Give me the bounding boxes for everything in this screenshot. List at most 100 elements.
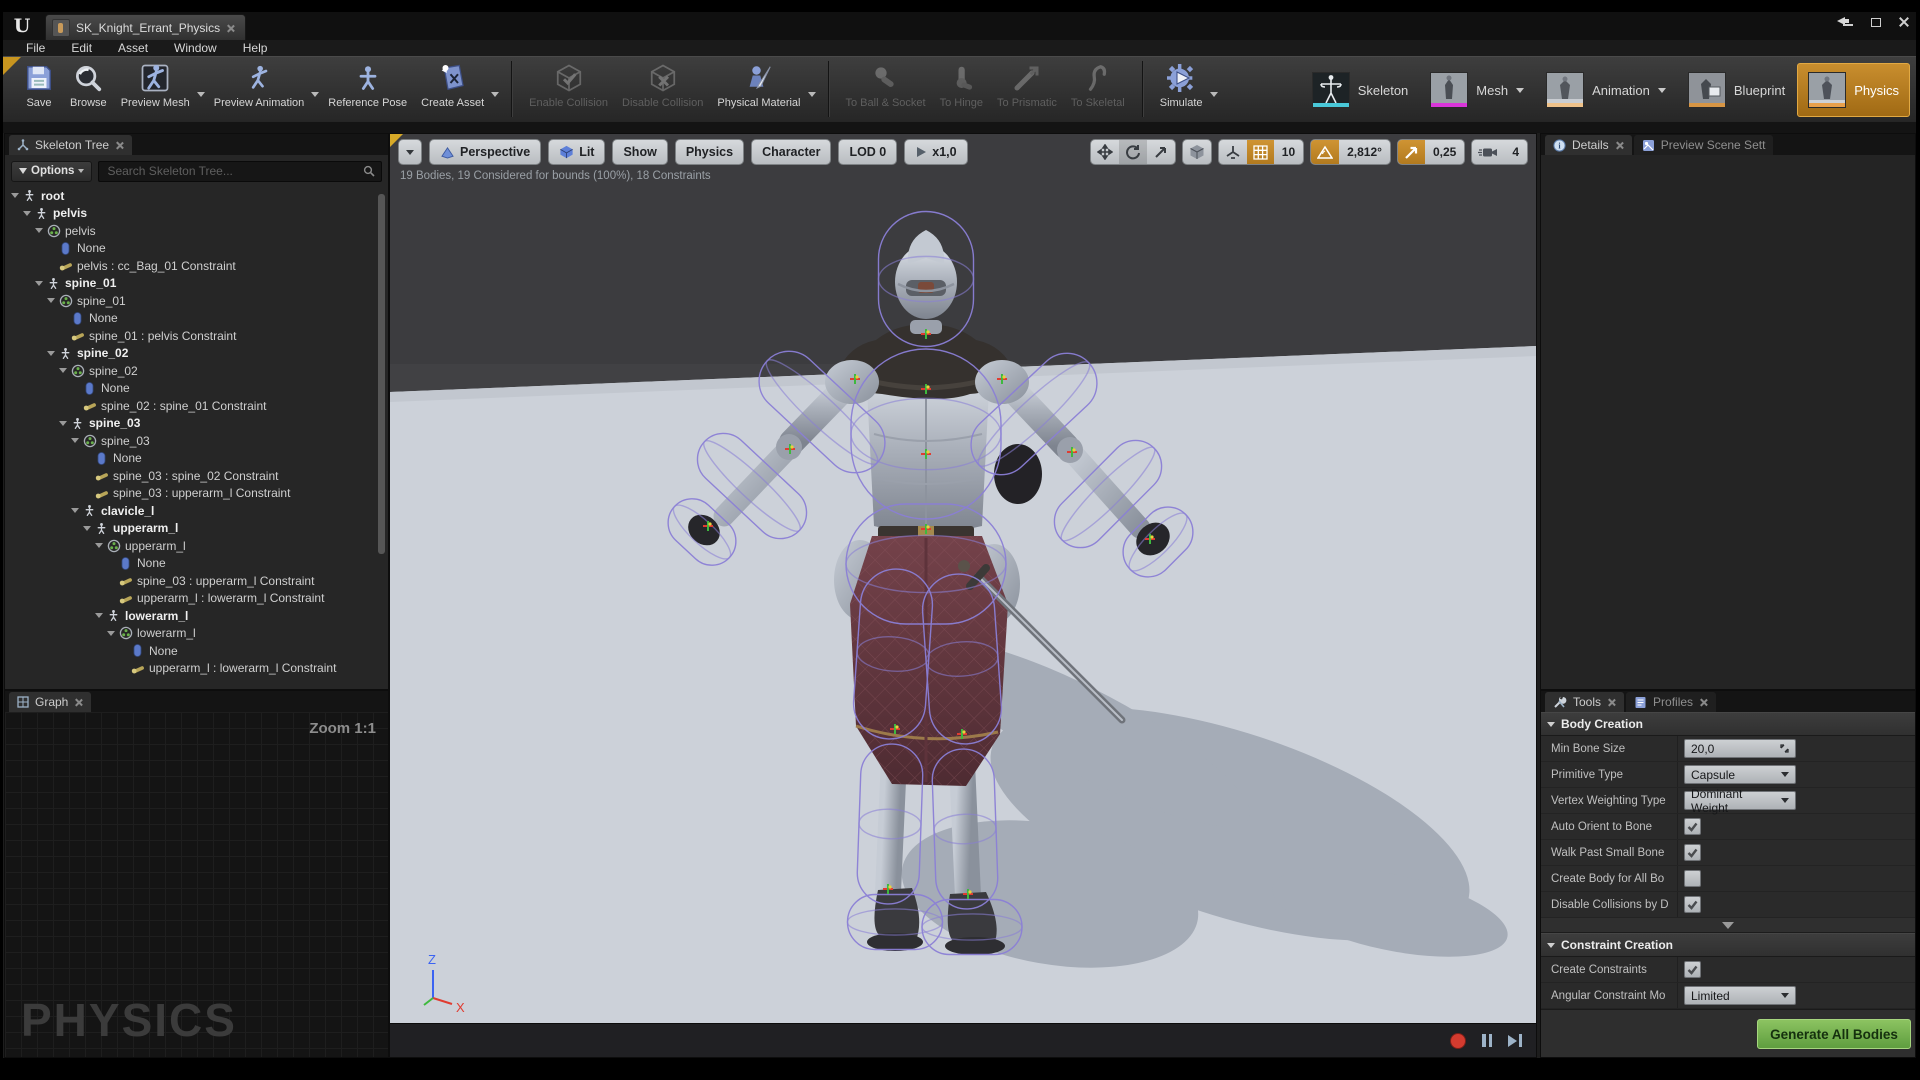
- mode-animation-button[interactable]: Animation: [1536, 64, 1676, 116]
- expand-arrow-icon[interactable]: [71, 438, 79, 444]
- tree-row-bone[interactable]: lowerarm_l: [5, 607, 388, 625]
- tree-row-body[interactable]: pelvis: [5, 222, 388, 240]
- step-forward-button[interactable]: [1508, 1034, 1522, 1047]
- tab-close-icon[interactable]: [1615, 141, 1624, 150]
- tab-close-icon[interactable]: [1699, 698, 1708, 707]
- expand-arrow-icon[interactable]: [35, 228, 43, 234]
- tree-row-bone[interactable]: spine_02: [5, 345, 388, 363]
- drag-resize-icon[interactable]: [1780, 744, 1789, 753]
- mode-mesh-button[interactable]: Mesh: [1420, 64, 1534, 116]
- tree-row-bone[interactable]: root: [5, 187, 388, 205]
- checkbox-create-body-for-all-bo[interactable]: [1684, 870, 1701, 887]
- tree-row-bone[interactable]: upperarm_l: [5, 520, 388, 538]
- tab-close-icon[interactable]: [1607, 698, 1616, 707]
- tree-row-constraint[interactable]: spine_03 : upperarm_l Constraint: [5, 485, 388, 503]
- tree-row-shape[interactable]: None: [5, 450, 388, 468]
- tree-row-constraint[interactable]: upperarm_l : lowerarm_l Constraint: [5, 590, 388, 608]
- tree-row-shape[interactable]: None: [5, 380, 388, 398]
- menu-file[interactable]: File: [13, 40, 58, 56]
- expand-arrow-icon[interactable]: [83, 525, 91, 531]
- checkbox-disable-collisions-by-d[interactable]: [1684, 896, 1701, 913]
- expand-arrow-icon[interactable]: [95, 613, 103, 619]
- surface-snap-button[interactable]: [1219, 140, 1247, 164]
- spinbox-min-bone-size[interactable]: 20,0: [1684, 739, 1796, 758]
- tab-graph[interactable]: Graph: [9, 692, 92, 712]
- tree-row-constraint[interactable]: spine_02 : spine_01 Constraint: [5, 397, 388, 415]
- tree-row-bone[interactable]: spine_03: [5, 415, 388, 433]
- tree-row-bone[interactable]: spine_01: [5, 275, 388, 293]
- chevron-down-icon[interactable]: [311, 91, 320, 97]
- camera-speed-icon[interactable]: [1472, 140, 1504, 164]
- tab-skeleton-tree[interactable]: Skeleton Tree: [9, 135, 133, 155]
- expand-arrow-icon[interactable]: [47, 350, 55, 356]
- viewport-scene[interactable]: Z X: [390, 134, 1536, 1023]
- expand-arrow-icon[interactable]: [11, 193, 19, 199]
- menu-window[interactable]: Window: [161, 40, 230, 56]
- mode-blueprint-button[interactable]: Blueprint: [1678, 64, 1795, 116]
- generate-all-bodies-button[interactable]: Generate All Bodies: [1757, 1019, 1911, 1049]
- scale-snap-value[interactable]: 0,25: [1425, 140, 1464, 164]
- options-button[interactable]: Options: [11, 160, 93, 182]
- expand-arrow-icon[interactable]: [35, 280, 43, 286]
- expand-arrow-icon[interactable]: [59, 420, 67, 426]
- tab-tools[interactable]: Tools: [1545, 692, 1625, 712]
- tree-row-bone[interactable]: clavicle_l: [5, 502, 388, 520]
- toolbar-save-button[interactable]: Save: [15, 59, 63, 111]
- maximize-button[interactable]: [1870, 16, 1882, 28]
- tree-scrollbar[interactable]: [378, 194, 385, 554]
- tab-close-icon[interactable]: [226, 24, 235, 33]
- tree-row-constraint[interactable]: spine_03 : upperarm_l Constraint: [5, 572, 388, 590]
- dropdown-primitive-type[interactable]: Capsule: [1684, 765, 1796, 784]
- playback-timeline[interactable]: [390, 1023, 1536, 1057]
- toolbar-browse-button[interactable]: Browse: [63, 59, 114, 111]
- scale-tool-button[interactable]: [1147, 140, 1175, 164]
- tree-row-shape[interactable]: None: [5, 240, 388, 258]
- tree-row-shape[interactable]: None: [5, 310, 388, 328]
- expand-arrow-icon[interactable]: [59, 368, 67, 374]
- grid-snap-toggle[interactable]: [1246, 140, 1274, 164]
- toolbar-preview-animation-button[interactable]: Preview Animation: [207, 59, 312, 111]
- viewport-lit-button[interactable]: Lit: [548, 139, 606, 165]
- rotate-tool-button[interactable]: [1118, 140, 1147, 164]
- viewport-lod-0-button[interactable]: LOD 0: [838, 139, 898, 165]
- viewport-show-button[interactable]: Show: [612, 139, 668, 165]
- record-button[interactable]: [1450, 1032, 1466, 1049]
- dropdown-angular-constraint-mo[interactable]: Limited: [1684, 986, 1796, 1005]
- chevron-down-icon[interactable]: [1516, 87, 1525, 93]
- toolbar-preview-mesh-button[interactable]: Preview Mesh: [114, 59, 197, 111]
- tree-row-body[interactable]: lowerarm_l: [5, 625, 388, 643]
- checkbox-auto-orient-to-bone[interactable]: [1684, 818, 1701, 835]
- menu-edit[interactable]: Edit: [58, 40, 105, 56]
- chevron-down-icon[interactable]: [1657, 87, 1666, 93]
- tree-row-body[interactable]: spine_02: [5, 362, 388, 380]
- menu-asset[interactable]: Asset: [105, 40, 161, 56]
- expand-arrow-icon[interactable]: [71, 508, 79, 514]
- expand-arrow-icon[interactable]: [95, 543, 103, 549]
- viewport-character-button[interactable]: Character: [751, 139, 832, 165]
- tab-close-icon[interactable]: [115, 141, 124, 150]
- menu-help[interactable]: Help: [230, 40, 281, 56]
- checkbox-create-constraints[interactable]: [1684, 961, 1701, 978]
- chevron-down-icon[interactable]: [807, 91, 816, 97]
- toolbar-create-asset-button[interactable]: Create Asset: [414, 59, 491, 111]
- tab-close-icon[interactable]: [74, 698, 83, 707]
- asset-document-tab[interactable]: SK_Knight_Errant_Physics: [45, 14, 247, 41]
- tab-profiles[interactable]: Profiles: [1626, 692, 1717, 712]
- grid-snap-value[interactable]: 10: [1274, 140, 1303, 164]
- scale-snap-toggle[interactable]: [1397, 140, 1425, 164]
- chevron-down-icon[interactable]: [196, 91, 205, 97]
- viewport-physics-button[interactable]: Physics: [674, 139, 745, 165]
- coordinate-system-button[interactable]: [1183, 140, 1211, 164]
- toolbar-simulate-button[interactable]: Simulate: [1153, 59, 1210, 111]
- chevron-down-icon[interactable]: [491, 91, 500, 97]
- section-header-constraint-creation[interactable]: Constraint Creation: [1541, 933, 1915, 957]
- section-header-body-creation[interactable]: Body Creation: [1541, 712, 1915, 736]
- graph-canvas[interactable]: Zoom 1:1 PHYSICS: [5, 712, 388, 1057]
- expand-arrow-icon[interactable]: [107, 630, 115, 636]
- tree-row-constraint[interactable]: spine_01 : pelvis Constraint: [5, 327, 388, 345]
- tree-row-body[interactable]: spine_03: [5, 432, 388, 450]
- close-button[interactable]: [1898, 16, 1910, 28]
- section-expander[interactable]: [1541, 918, 1915, 933]
- tree-row-constraint[interactable]: upperarm_l : lowerarm_l Constraint: [5, 660, 388, 678]
- rotation-snap-value[interactable]: 2,812°: [1339, 140, 1390, 164]
